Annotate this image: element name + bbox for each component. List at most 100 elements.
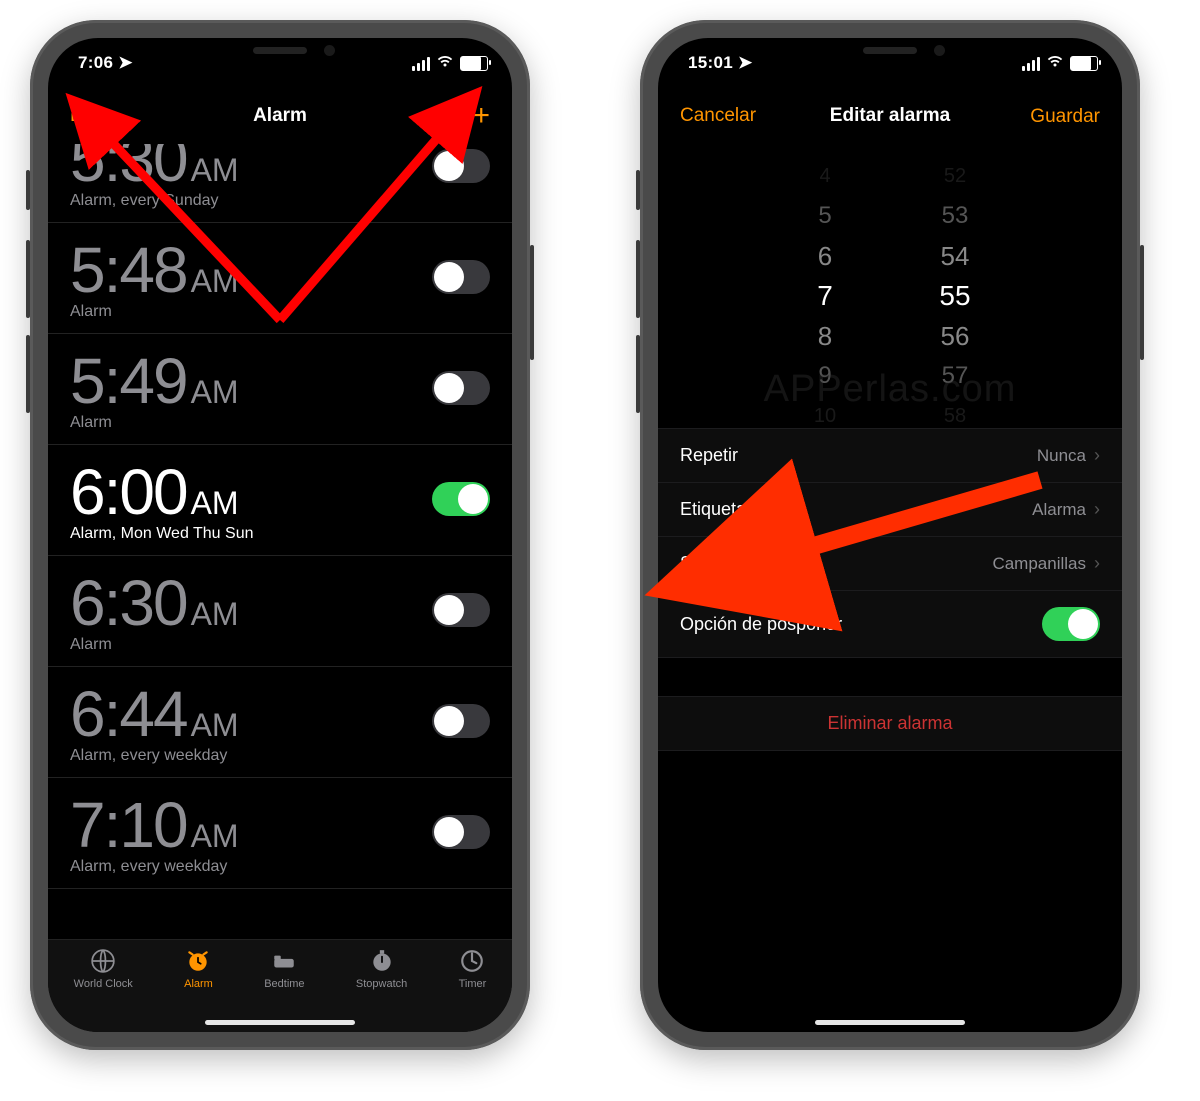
alarm-toggle[interactable] — [432, 149, 490, 183]
alarm-sub: Alarm — [70, 414, 239, 432]
tab-timer[interactable]: Timer — [459, 948, 487, 1032]
alarm-sub: Alarm, every Sunday — [70, 192, 239, 210]
alarm-toggle[interactable] — [432, 704, 490, 738]
alarm-row[interactable]: 5:48AM Alarm — [48, 223, 512, 334]
volume-up — [636, 240, 640, 318]
picker-value[interactable]: 57 — [915, 356, 995, 396]
volume-up — [26, 240, 30, 318]
screen-left: 7:06 ➤ Edit Alarm + 5:30AM Alarm, every … — [48, 38, 512, 1032]
alarm-row[interactable]: 6:30AM Alarm — [48, 556, 512, 667]
alarm-time: 6:00 — [70, 455, 187, 529]
alarm-time: 6:30 — [70, 566, 187, 640]
alarm-ampm: AM — [191, 374, 239, 411]
alarm-ampm: AM — [191, 707, 239, 744]
time-picker[interactable]: 45678910 52535455565758 — [658, 156, 1122, 416]
battery-icon — [460, 56, 488, 71]
minute-column[interactable]: 52535455565758 — [915, 156, 995, 416]
picker-value[interactable]: 6 — [785, 236, 865, 276]
picker-value[interactable]: 52 — [915, 156, 995, 196]
volume-down — [26, 335, 30, 413]
alarm-row[interactable]: 7:10AM Alarm, every weekday — [48, 778, 512, 889]
alarm-toggle[interactable] — [432, 815, 490, 849]
tab-label: Bedtime — [264, 978, 304, 990]
setting-snooze[interactable]: Opción de posponer — [658, 591, 1122, 658]
alarm-ampm: AM — [191, 152, 239, 189]
alarm-sub: Alarm, every weekday — [70, 858, 239, 876]
picker-value[interactable]: 4 — [785, 156, 865, 196]
picker-value[interactable]: 9 — [785, 356, 865, 396]
alarm-toggle[interactable] — [432, 260, 490, 294]
nav-bar: Edit Alarm + — [48, 88, 512, 144]
picker-value[interactable]: 7 — [785, 276, 865, 316]
alarm-settings: Repetir Nunca› Etiqueta Alarma › Sonido C… — [658, 428, 1122, 751]
tab-world-clock[interactable]: World Clock — [74, 948, 133, 1032]
setting-label: Sonido — [680, 553, 736, 574]
alarm-toggle[interactable] — [432, 593, 490, 627]
cancel-button[interactable]: Cancelar — [680, 105, 756, 127]
location-icon: ➤ — [738, 53, 753, 73]
alarm-toggle[interactable] — [432, 482, 490, 516]
picker-value[interactable]: 8 — [785, 316, 865, 356]
notch — [785, 38, 995, 68]
alarm-row[interactable]: 5:30AM Alarm, every Sunday — [48, 144, 512, 223]
tab-label: World Clock — [74, 978, 133, 990]
hour-column[interactable]: 45678910 — [785, 156, 865, 416]
status-time: 7:06 — [78, 53, 113, 72]
setting-sonido[interactable]: Sonido Campanillas› — [658, 537, 1122, 591]
setting-etiqueta[interactable]: Etiqueta Alarma › — [658, 483, 1122, 537]
location-icon: ➤ — [118, 53, 133, 73]
cellular-icon — [1022, 57, 1040, 71]
tab-stopwatch[interactable]: Stopwatch — [356, 948, 407, 1032]
alarm-ampm: AM — [191, 818, 239, 855]
comparison-stage: 7:06 ➤ Edit Alarm + 5:30AM Alarm, every … — [0, 0, 1200, 1101]
globe-icon — [90, 948, 116, 974]
stopwatch-icon — [369, 948, 395, 974]
picker-value[interactable]: 54 — [915, 236, 995, 276]
alarm-ampm: AM — [191, 485, 239, 522]
edit-button[interactable]: Edit — [70, 105, 103, 127]
chevron-right-icon: › — [1094, 499, 1100, 520]
alarm-toggle[interactable] — [432, 371, 490, 405]
alarm-row[interactable]: 6:44AM Alarm, every weekday — [48, 667, 512, 778]
notch — [175, 38, 385, 68]
tab-label: Alarm — [184, 978, 213, 990]
power-button — [1140, 245, 1144, 360]
wifi-icon — [1046, 54, 1064, 73]
phone-right: 15:01 ➤ Cancelar Editar alarma Guardar 4… — [640, 20, 1140, 1050]
alarm-time: 5:48 — [70, 233, 187, 307]
phone-left: 7:06 ➤ Edit Alarm + 5:30AM Alarm, every … — [30, 20, 530, 1050]
volume-down — [636, 335, 640, 413]
setting-repeat[interactable]: Repetir Nunca› — [658, 428, 1122, 483]
alarm-sub: Alarm, every weekday — [70, 747, 239, 765]
cellular-icon — [412, 57, 430, 71]
picker-value[interactable]: 56 — [915, 316, 995, 356]
mute-switch — [26, 170, 30, 210]
add-alarm-button[interactable]: + — [472, 101, 490, 131]
alarm-time: 5:49 — [70, 344, 187, 418]
picker-value[interactable]: 5 — [785, 196, 865, 236]
nav-bar: Cancelar Editar alarma Guardar — [658, 88, 1122, 144]
screen-right: 15:01 ➤ Cancelar Editar alarma Guardar 4… — [658, 38, 1122, 1032]
tab-bar: World Clock Alarm Bedtime Stopwatch Time… — [48, 939, 512, 1032]
alarm-ampm: AM — [191, 596, 239, 633]
alarm-sub: Alarm — [70, 303, 239, 321]
alarm-ampm: AM — [191, 263, 239, 300]
chevron-right-icon: › — [1094, 553, 1100, 574]
picker-value[interactable]: 53 — [915, 196, 995, 236]
setting-value: Alarma — [1032, 500, 1086, 520]
home-indicator[interactable] — [205, 1020, 355, 1025]
timer-icon — [459, 948, 485, 974]
tab-label: Stopwatch — [356, 978, 407, 990]
picker-value[interactable]: 55 — [915, 276, 995, 316]
alarm-row[interactable]: 6:00AM Alarm, Mon Wed Thu Sun — [48, 445, 512, 556]
save-button[interactable]: Guardar — [1030, 107, 1100, 126]
alarm-list[interactable]: 5:30AM Alarm, every Sunday 5:48AM Alarm … — [48, 144, 512, 948]
power-button — [530, 245, 534, 360]
setting-label: Etiqueta — [680, 499, 746, 520]
home-indicator[interactable] — [815, 1020, 965, 1025]
alarm-row[interactable]: 5:49AM Alarm — [48, 334, 512, 445]
snooze-toggle[interactable] — [1042, 607, 1100, 641]
delete-alarm-button[interactable]: Eliminar alarma — [658, 696, 1122, 751]
chevron-right-icon: › — [1094, 445, 1100, 466]
nav-title: Alarm — [253, 105, 307, 127]
